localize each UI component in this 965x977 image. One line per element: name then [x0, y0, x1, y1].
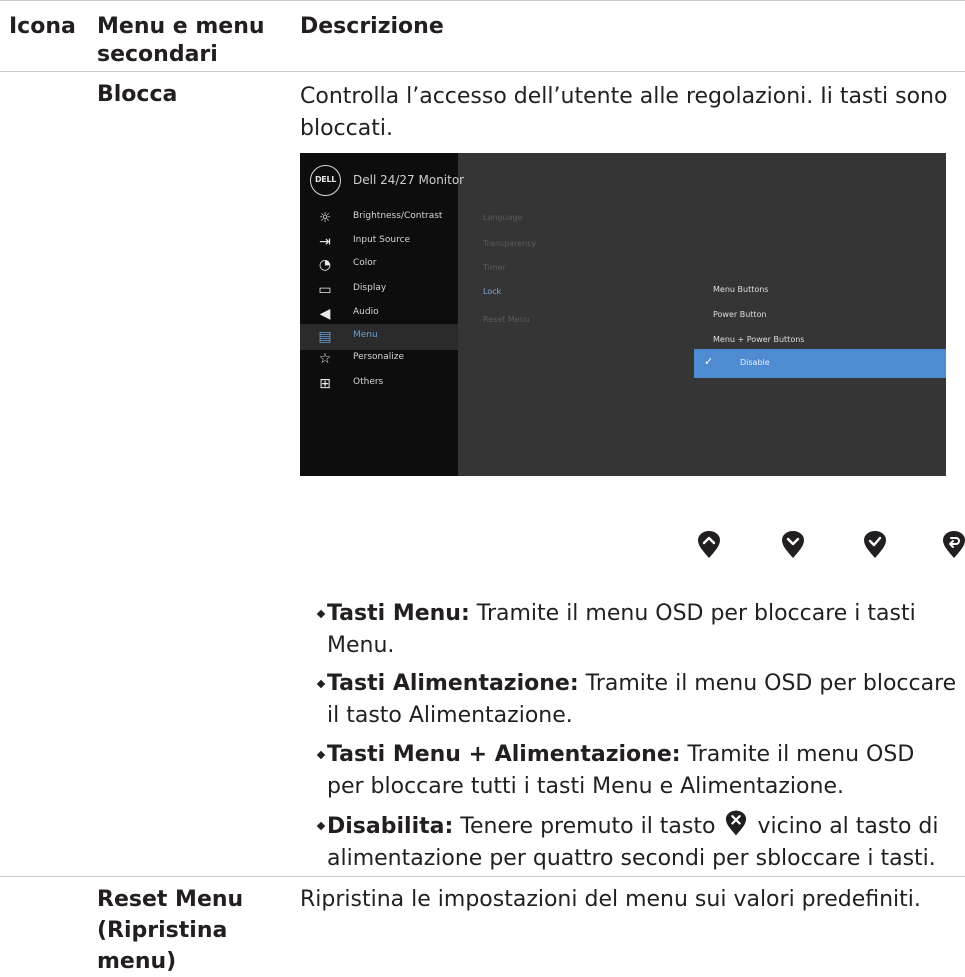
bullet-text: Tenere premuto il tasto — [453, 814, 716, 839]
osd-menu-label: Color — [353, 258, 377, 268]
row-name-blocca: Blocca — [97, 82, 178, 107]
osd-menu-label: Input Source — [353, 235, 411, 245]
osd-submenu-lock[interactable]: Lock — [483, 287, 501, 296]
osd-menu-personalize[interactable]: ☆ Personalize — [300, 346, 458, 372]
bullet-marker — [316, 821, 326, 831]
color-icon: ◔ — [318, 257, 332, 273]
osd-menu-label: Menu — [353, 330, 378, 340]
display-icon: ▭ — [318, 282, 332, 298]
osd-menu-label: Audio — [353, 307, 379, 317]
back-icon — [943, 531, 965, 558]
bullet-term: Disabilita: — [327, 814, 454, 839]
brightness-icon: ☼ — [318, 210, 332, 226]
star-icon: ☆ — [318, 351, 332, 367]
bullet-tasti-menu-alimentazione: Tasti Menu + Alimentazione: Tramite il m… — [316, 739, 957, 803]
header-description: Descrizione — [300, 14, 444, 39]
close-icon — [726, 810, 747, 836]
check-button — [863, 531, 887, 559]
menu-icon: ▤ — [318, 329, 332, 345]
row-name-reset-menu: Reset Menu (Ripristina menu) — [97, 887, 244, 974]
osd-submenu-transparency[interactable]: Transparency — [483, 239, 536, 248]
osd-sidebar: DELL Dell 24/27 Monitor ☼ Brightness/Con… — [300, 153, 464, 476]
row-description-reset-menu: Ripristina le impostazioni del menu sui … — [300, 887, 921, 912]
osd-menu-color[interactable]: ◔ Color — [300, 252, 458, 278]
input-source-icon: ⇥ — [319, 234, 331, 250]
osd-submenu-language[interactable]: Language — [483, 213, 522, 222]
osd-option-label: Disable — [740, 358, 770, 367]
bullet-term: Tasti Menu: — [327, 601, 470, 626]
down-button — [781, 531, 805, 559]
bullet-term: Tasti Alimentazione: — [327, 671, 579, 696]
bullet-tasti-menu: Tasti Menu: Tramite il menu OSD per bloc… — [316, 598, 957, 662]
bullet-disabilita: Disabilita: Tenere premuto il tasto vici… — [316, 810, 957, 875]
check-icon — [864, 531, 886, 558]
header-menu: Menu e menu secondari — [97, 14, 265, 67]
osd-option-disable[interactable]: ✓ Disable — [694, 349, 946, 378]
osd-screenshot: DELL Dell 24/27 Monitor ☼ Brightness/Con… — [300, 153, 946, 476]
bullet-marker — [316, 750, 326, 760]
audio-icon: ◀ — [319, 306, 331, 322]
osd-title: Dell 24/27 Monitor — [353, 173, 465, 187]
bullet-marker — [316, 609, 326, 619]
up-icon — [698, 531, 720, 558]
osd-menu-brightness[interactable]: ☼ Brightness/Contrast — [300, 205, 458, 231]
bullet-term: Tasti Menu + Alimentazione: — [327, 742, 681, 767]
header-bottom-rule — [0, 71, 965, 72]
osd-menu-label: Personalize — [353, 352, 405, 362]
row-divider — [0, 876, 965, 877]
dell-logo: DELL — [310, 165, 341, 196]
osd-option-label: Menu + Power Buttons — [713, 335, 805, 344]
back-button — [942, 531, 965, 559]
osd-option-label: Power Button — [713, 310, 767, 319]
osd-submenu-reset-menu[interactable]: Reset Menu — [483, 315, 530, 324]
header-icon: Icona — [9, 14, 76, 39]
down-icon — [782, 531, 804, 558]
osd-submenu-timer[interactable]: Timer — [483, 263, 506, 272]
osd-menu-display[interactable]: ▭ Display — [300, 277, 458, 303]
up-button — [697, 531, 721, 559]
osd-menu-label: Others — [353, 377, 384, 387]
osd-menu-label: Display — [353, 283, 387, 293]
bullet-marker — [316, 679, 326, 689]
bullet-tasti-alimentazione: Tasti Alimentazione: Tramite il menu OSD… — [316, 668, 957, 732]
osd-menu-label: Brightness/Contrast — [353, 211, 443, 221]
others-icon: ⊞ — [319, 376, 331, 392]
check-icon: ✓ — [704, 355, 714, 368]
row-description-blocca: Controlla l’accesso dell’utente alle reg… — [300, 84, 948, 141]
osd-option-label: Menu Buttons — [713, 285, 769, 294]
table-top-rule — [0, 0, 965, 1]
osd-menu-others[interactable]: ⊞ Others — [300, 371, 458, 397]
